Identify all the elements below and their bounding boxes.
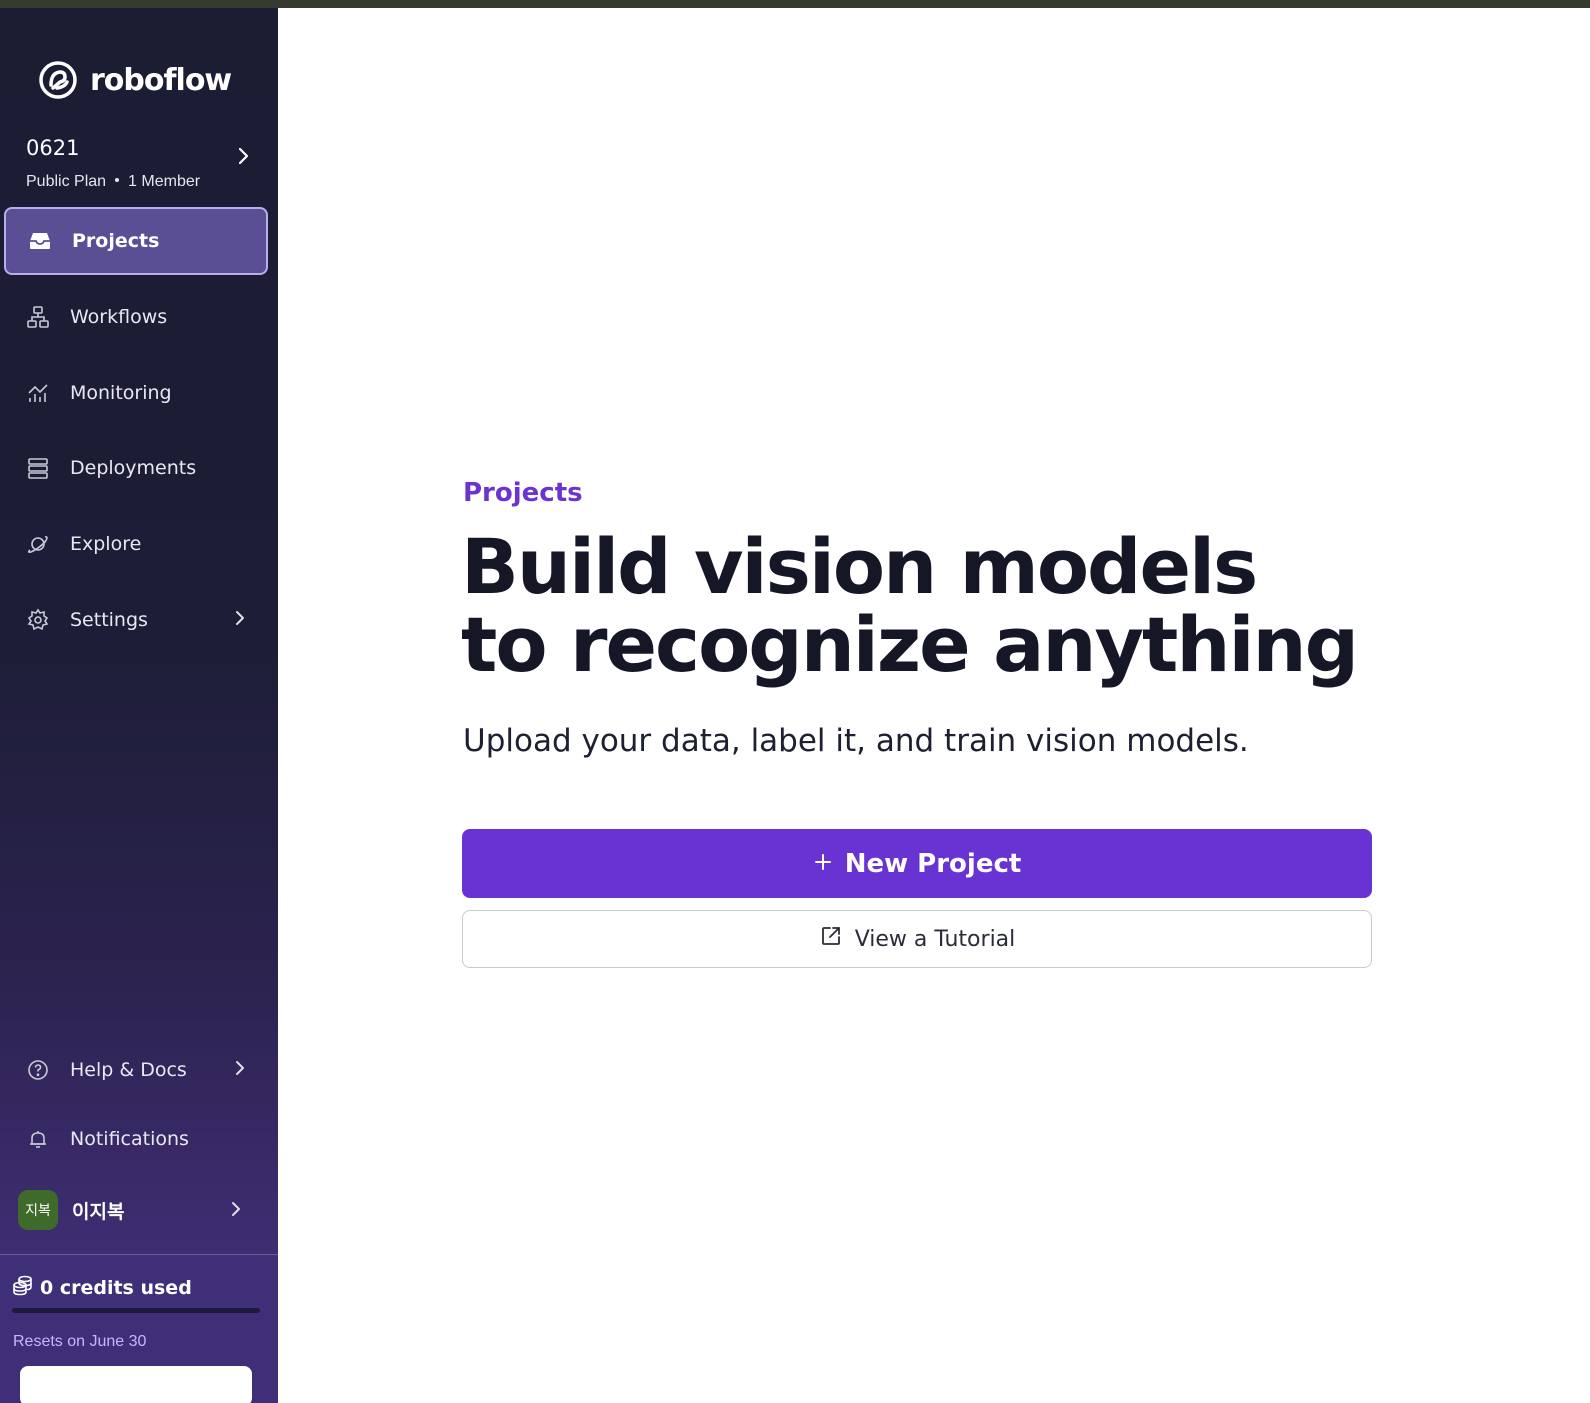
sidebar: roboflow 0621 Public Plan 1 Member Projec… <box>0 8 278 1403</box>
credits-panel: 0 credits used Resets on June 30 <box>0 1254 278 1403</box>
sidebar-item-label: Projects <box>72 230 160 252</box>
monitoring-icon <box>26 381 50 405</box>
credits-reset-label: Resets on June 30 <box>13 1333 147 1350</box>
view-tutorial-button[interactable]: View a Tutorial <box>462 910 1372 968</box>
page-right-edge <box>1568 8 1590 1403</box>
workspace-members: 1 Member <box>128 173 201 190</box>
page-headline: Build vision models to recognize anythin… <box>461 522 1359 689</box>
chevron-right-icon <box>234 609 246 632</box>
workflow-icon <box>26 305 50 329</box>
sidebar-item-help-docs[interactable]: Help & Docs <box>4 1036 268 1104</box>
external-link-icon <box>819 924 843 954</box>
new-project-button[interactable]: New Project <box>462 829 1372 898</box>
roboflow-logo-icon <box>38 60 78 100</box>
brand-name: roboflow <box>90 62 232 98</box>
workspace-name: 0621 <box>26 136 80 160</box>
section-eyebrow: Projects <box>463 478 583 508</box>
gear-icon <box>26 608 50 632</box>
sidebar-item-notifications[interactable]: Notifications <box>4 1105 268 1173</box>
sidebar-item-explore[interactable]: Explore <box>4 510 268 578</box>
help-icon <box>26 1058 50 1082</box>
page-subtitle: Upload your data, label it, and train vi… <box>463 723 1249 759</box>
window-top-bar <box>0 0 1590 8</box>
credits-used-label: 0 credits used <box>40 1276 192 1299</box>
sidebar-item-deployments[interactable]: Deployments <box>4 434 268 502</box>
chevron-right-icon <box>230 1200 242 1223</box>
chevron-right-icon <box>236 146 250 171</box>
sidebar-item-projects[interactable]: Projects <box>4 207 268 275</box>
workspace-plan: Public Plan <box>26 173 107 190</box>
credits-progress-bar <box>12 1308 260 1313</box>
sidebar-item-label: Notifications <box>70 1128 189 1150</box>
sidebar-item-label: Help & Docs <box>70 1059 187 1081</box>
workspace-meta: Public Plan 1 Member <box>26 173 200 191</box>
sidebar-item-label: Explore <box>70 533 142 555</box>
chevron-right-icon <box>234 1059 246 1082</box>
plus-icon <box>813 849 833 879</box>
bell-icon <box>26 1127 50 1151</box>
new-project-label: New Project <box>844 848 1022 879</box>
coins-icon <box>12 1274 34 1301</box>
workspace-switcher[interactable]: 0621 Public Plan 1 Member <box>26 136 256 196</box>
sidebar-item-label: Monitoring <box>70 382 172 404</box>
sidebar-item-label: Settings <box>70 609 148 631</box>
sidebar-item-workflows[interactable]: Workflows <box>4 283 268 351</box>
credits-title: 0 credits used <box>12 1274 192 1301</box>
server-icon <box>26 456 50 480</box>
planet-icon <box>26 532 50 556</box>
main-content: Projects Build vision models to recogniz… <box>278 8 1568 1403</box>
sidebar-item-label: Deployments <box>70 457 197 479</box>
avatar: 지복 <box>18 1190 58 1230</box>
separator-dot <box>115 177 120 182</box>
view-tutorial-label: View a Tutorial <box>854 926 1016 952</box>
inbox-icon <box>28 229 52 253</box>
user-menu[interactable]: 지복 이지복 <box>18 1188 268 1232</box>
credits-action-button[interactable] <box>20 1366 252 1403</box>
sidebar-item-label: Workflows <box>70 306 168 328</box>
user-name: 이지복 <box>72 1200 125 1223</box>
brand-logo[interactable]: roboflow <box>38 60 232 100</box>
sidebar-item-monitoring[interactable]: Monitoring <box>4 359 268 427</box>
sidebar-item-settings[interactable]: Settings <box>4 586 268 654</box>
